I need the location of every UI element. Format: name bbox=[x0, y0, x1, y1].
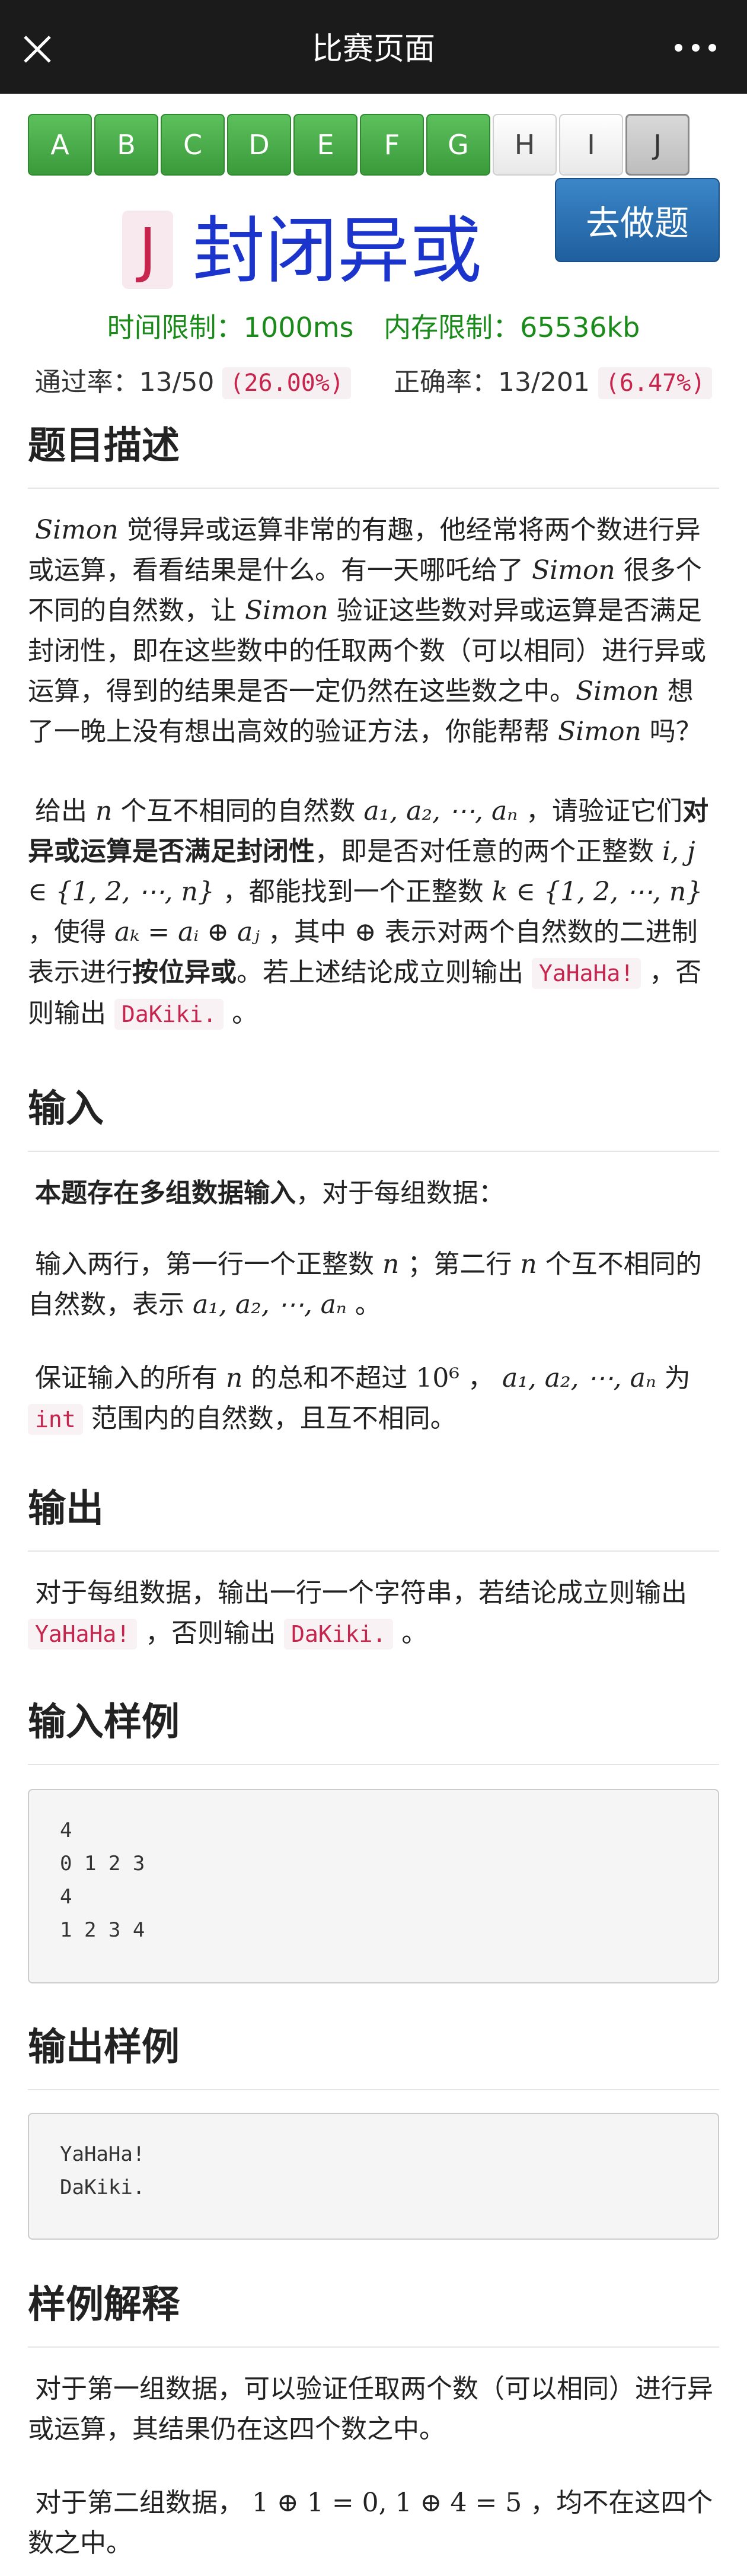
problem-tabs: A B C D E F G H I J bbox=[28, 114, 692, 176]
code-dakiki: DaKiki. bbox=[114, 999, 224, 1030]
sample-input-block: 4 0 1 2 3 4 1 2 3 4 bbox=[28, 1789, 719, 1983]
section-heading-description: 题目描述 bbox=[28, 415, 719, 489]
code-int: int bbox=[28, 1404, 83, 1435]
memory-limit: 内存限制：65536kb bbox=[384, 311, 640, 343]
output-paragraph: 对于每组数据，输出一行一个字符串，若结论成立则输出 YaHaHa! ，否则输出 … bbox=[28, 1573, 719, 1654]
tab-problem-h[interactable]: H bbox=[493, 114, 557, 176]
top-bar: 比赛页面 bbox=[0, 0, 747, 94]
tab-problem-i[interactable]: I bbox=[559, 114, 623, 176]
input-paragraph-1: 本题存在多组数据输入，对于每组数据： bbox=[35, 1178, 505, 1208]
sample-input-line: 1 2 3 4 bbox=[60, 1918, 145, 1942]
section-heading-output: 输出 bbox=[28, 1478, 719, 1552]
pass-rate-percent: (26.00%) bbox=[222, 367, 352, 399]
sample-output-line: DaKiki. bbox=[60, 2176, 145, 2199]
correct-rate-label: 正确率：13/201 bbox=[394, 367, 590, 397]
go-solve-button[interactable]: 去做题 bbox=[555, 178, 720, 262]
code-dakiki: DaKiki. bbox=[284, 1619, 394, 1650]
code-yahaha: YaHaHa! bbox=[532, 958, 641, 989]
sample-input-line: 0 1 2 3 bbox=[60, 1852, 145, 1876]
time-limit: 时间限制：1000ms bbox=[107, 311, 354, 343]
explanation-paragraph-1: 对于第一组数据，可以验证任取两个数（可以相同）进行异或运算，其结果仍在这四个数之… bbox=[28, 2374, 713, 2444]
input-paragraph-3: 保证输入的所有 n 的总和不超过 10⁶ ， a₁, a₂, ⋯, aₙ 为 i… bbox=[28, 1358, 719, 1440]
explanation-paragraph-2: 对于第二组数据， 1 ⊕ 1 = 0, 1 ⊕ 4 = 5 ，均不在这四个数之中… bbox=[28, 2488, 713, 2558]
limits-line: 时间限制：1000ms 内存限制：65536kb bbox=[0, 306, 747, 345]
sample-output-line: YaHaHa! bbox=[60, 2142, 145, 2166]
tab-problem-e[interactable]: E bbox=[293, 114, 357, 176]
sample-input-line: 4 bbox=[60, 1885, 72, 1909]
problem-letter-badge: J bbox=[122, 211, 173, 289]
tab-problem-d[interactable]: D bbox=[227, 114, 291, 176]
tab-problem-c[interactable]: C bbox=[161, 114, 225, 176]
input-paragraph-2: 输入两行，第一行一个正整数 n ；第二行 n 个互不相同的自然数，表示 a₁, … bbox=[28, 1249, 702, 1320]
description-paragraph-1: Simon 觉得异或运算非常的有趣，他经常将两个数进行异或运算，看看结果是什么。… bbox=[28, 515, 706, 747]
pass-rate-label: 通过率：13/50 bbox=[34, 367, 215, 397]
more-horizontal-icon[interactable] bbox=[675, 44, 716, 53]
tab-problem-a[interactable]: A bbox=[28, 114, 92, 176]
correct-rate-percent: (6.47%) bbox=[598, 367, 713, 399]
stats-line: 通过率：13/50 (26.00%) 正确率：13/201 (6.47%) bbox=[0, 361, 747, 399]
section-heading-sample-output: 输出样例 bbox=[28, 2017, 719, 2090]
description-paragraph-2: 给出 n 个互不相同的自然数 a₁, a₂, ⋯, aₙ ，请验证它们对异或运算… bbox=[28, 796, 709, 1030]
sample-input-line: 4 bbox=[60, 1819, 72, 1842]
sample-output-block: YaHaHa! DaKiki. bbox=[28, 2113, 719, 2240]
tab-problem-j[interactable]: J bbox=[625, 114, 689, 176]
section-heading-sample-input: 输入样例 bbox=[28, 1692, 719, 1765]
tab-problem-f[interactable]: F bbox=[360, 114, 424, 176]
page-title: 比赛页面 bbox=[311, 31, 435, 67]
code-yahaha: YaHaHa! bbox=[28, 1619, 138, 1650]
problem-title: 封闭异或 bbox=[193, 209, 482, 293]
tab-problem-b[interactable]: B bbox=[94, 114, 158, 176]
tab-problem-g[interactable]: G bbox=[426, 114, 490, 176]
section-heading-explanation: 样例解释 bbox=[28, 2274, 719, 2348]
section-heading-input: 输入 bbox=[28, 1078, 719, 1152]
